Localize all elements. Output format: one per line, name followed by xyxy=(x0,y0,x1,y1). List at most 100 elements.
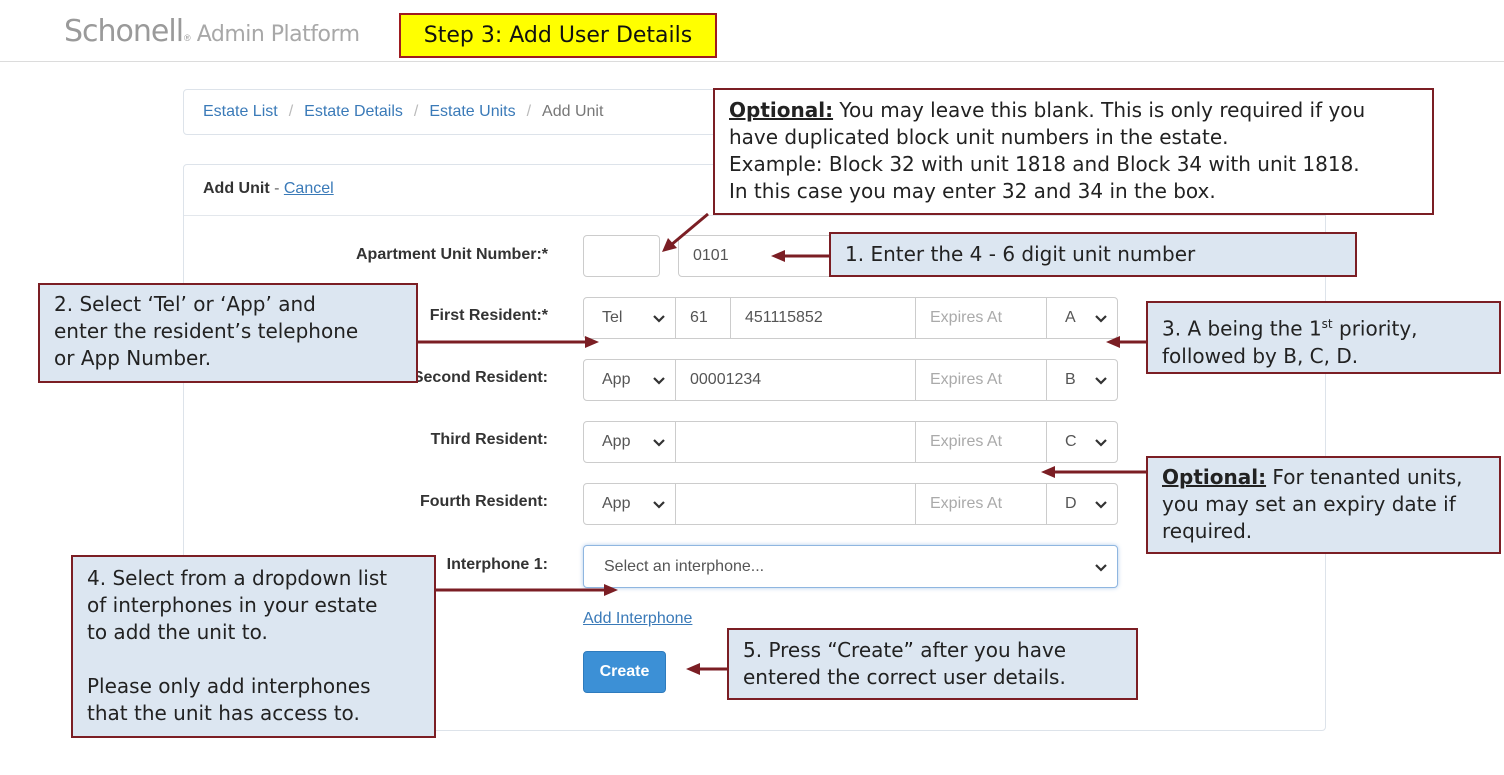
third-resident-priority-value: C xyxy=(1065,433,1077,450)
third-resident-type-select[interactable]: App xyxy=(583,421,676,463)
third-resident-label: Third Resident: xyxy=(430,431,548,448)
callout-line-text: For tenanted units, xyxy=(1266,465,1463,489)
second-resident-priority-value: B xyxy=(1065,371,1076,388)
first-resident-type-value: Tel xyxy=(602,309,623,326)
third-resident-type-value: App xyxy=(602,433,631,450)
chevron-down-icon xyxy=(1095,563,1107,572)
callout-spacer xyxy=(87,646,420,673)
third-resident-expires-input[interactable]: Expires At xyxy=(915,421,1047,463)
callout-heading: Optional: xyxy=(729,98,834,122)
callout-line: followed by B, C, D. xyxy=(1162,343,1359,368)
breadcrumb-separator: / xyxy=(526,103,532,120)
block-number-input[interactable] xyxy=(583,235,660,277)
third-resident-number-input[interactable] xyxy=(675,421,916,463)
fourth-resident-type-select[interactable]: App xyxy=(583,483,676,525)
callout-line: entered the correct user details. xyxy=(743,665,1066,689)
first-resident-label: First Resident:* xyxy=(429,307,548,324)
fourth-resident-expires-input[interactable]: Expires At xyxy=(915,483,1047,525)
fourth-resident-number-input[interactable] xyxy=(675,483,916,525)
breadcrumb-separator: / xyxy=(413,103,419,120)
first-resident-priority-select[interactable]: A xyxy=(1046,297,1118,339)
panel-title: Add Unit - Cancel xyxy=(203,180,334,198)
breadcrumb-separator: / xyxy=(288,103,294,120)
callout-line: required. xyxy=(1162,519,1253,543)
apartment-unit-label: Apartment Unit Number:* xyxy=(355,246,548,263)
callout-line: 4. Select from a dropdown list xyxy=(87,566,388,590)
second-resident-number-value: 00001234 xyxy=(690,371,762,388)
first-resident-number-input[interactable]: 451115852 xyxy=(730,297,916,339)
interphone-select[interactable]: Select an interphone... xyxy=(583,545,1118,588)
chevron-down-icon xyxy=(1095,501,1107,509)
callout-line: Optional: You may leave this blank. This… xyxy=(729,97,1418,124)
fourth-resident-label: Fourth Resident: xyxy=(420,493,548,510)
schonell-logo: Schonell ® Admin Platform xyxy=(64,14,360,50)
callout-step-5: 5. Press “Create” after you have entered… xyxy=(727,628,1138,700)
header-divider xyxy=(0,61,1504,62)
callout-line: Example: Block 32 with unit 1818 and Blo… xyxy=(729,152,1360,176)
second-resident-label: Second Resident: xyxy=(412,369,548,386)
callout-step-2: 2. Select ‘Tel’ or ‘App’ and enter the r… xyxy=(38,283,418,383)
second-resident-number-input[interactable]: 00001234 xyxy=(675,359,916,401)
first-resident-priority-value: A xyxy=(1065,309,1076,326)
breadcrumb-current: Add Unit xyxy=(542,103,604,120)
country-code-input[interactable]: 61 xyxy=(675,297,731,339)
callout-line: Optional: For tenanted units, xyxy=(1162,464,1485,491)
callout-line: you may set an expiry date if xyxy=(1162,492,1456,516)
second-resident-type-value: App xyxy=(602,371,631,388)
chevron-down-icon xyxy=(653,439,665,447)
chevron-down-icon xyxy=(1095,377,1107,385)
second-resident-expires-input[interactable]: Expires At xyxy=(915,359,1047,401)
create-button[interactable]: Create xyxy=(583,651,666,693)
callout-line-text: You may leave this blank. This is only r… xyxy=(833,98,1366,122)
fourth-resident-priority-value: D xyxy=(1065,495,1077,512)
breadcrumb-estate-list[interactable]: Estate List xyxy=(203,103,278,121)
expires-placeholder: Expires At xyxy=(930,309,1003,326)
callout-line: 3. A being the 1st priority, xyxy=(1162,311,1485,343)
expires-placeholder: Expires At xyxy=(930,371,1003,388)
logo-brand: Schonell xyxy=(64,14,184,49)
chevron-down-icon xyxy=(653,315,665,323)
chevron-down-icon xyxy=(653,377,665,385)
callout-line: 5. Press “Create” after you have xyxy=(743,638,1067,662)
callout-step-1: 1. Enter the 4 - 6 digit unit number xyxy=(829,232,1357,277)
callout-line: have duplicated block unit numbers in th… xyxy=(729,125,1229,149)
add-interphone-link[interactable]: Add Interphone xyxy=(583,610,692,628)
callout-heading: Optional: xyxy=(1162,465,1267,489)
callout-line: or App Number. xyxy=(54,346,212,370)
interphone-label: Interphone 1: xyxy=(446,556,548,573)
callout-optional-expiry: Optional: For tenanted units, you may se… xyxy=(1146,456,1501,554)
chevron-down-icon xyxy=(1095,315,1107,323)
unit-number-value: 0101 xyxy=(693,247,729,264)
callout-line-text: 3. A being the 1 xyxy=(1162,316,1322,341)
fourth-resident-type-value: App xyxy=(602,495,631,512)
callout-step-3: 3. A being the 1st priority, followed by… xyxy=(1146,301,1501,374)
breadcrumb-estate-details[interactable]: Estate Details xyxy=(304,103,403,121)
callout-line: enter the resident’s telephone xyxy=(54,319,359,343)
interphone-placeholder: Select an interphone... xyxy=(604,557,765,575)
second-resident-priority-select[interactable]: B xyxy=(1046,359,1118,401)
chevron-down-icon xyxy=(1095,439,1107,447)
callout-line: of interphones in your estate xyxy=(87,593,378,617)
superscript: st xyxy=(1321,317,1333,331)
country-code-value: 61 xyxy=(690,309,708,326)
callout-line: In this case you may enter 32 and 34 in … xyxy=(729,179,1216,203)
third-resident-priority-select[interactable]: C xyxy=(1046,421,1118,463)
callout-optional-block: Optional: You may leave this blank. This… xyxy=(713,88,1434,215)
first-resident-number-value: 451115852 xyxy=(745,309,823,326)
expires-placeholder: Expires At xyxy=(930,433,1003,450)
first-resident-type-select[interactable]: Tel xyxy=(583,297,676,339)
step-banner: Step 3: Add User Details xyxy=(399,13,717,58)
cancel-link[interactable]: Cancel xyxy=(284,180,334,197)
breadcrumb: Estate List / Estate Details / Estate Un… xyxy=(203,103,603,121)
breadcrumb-estate-units[interactable]: Estate Units xyxy=(429,103,515,121)
second-resident-type-select[interactable]: App xyxy=(583,359,676,401)
fourth-resident-priority-select[interactable]: D xyxy=(1046,483,1118,525)
first-resident-expires-input[interactable]: Expires At xyxy=(915,297,1047,339)
callout-line: Please only add interphones xyxy=(87,674,371,698)
expires-placeholder: Expires At xyxy=(930,495,1003,512)
logo-registered-mark: ® xyxy=(184,33,191,43)
callout-step-4: 4. Select from a dropdown list of interp… xyxy=(71,555,436,738)
callout-line: that the unit has access to. xyxy=(87,701,360,725)
callout-line: 2. Select ‘Tel’ or ‘App’ and xyxy=(54,292,316,316)
callout-line: to add the unit to. xyxy=(87,620,268,644)
